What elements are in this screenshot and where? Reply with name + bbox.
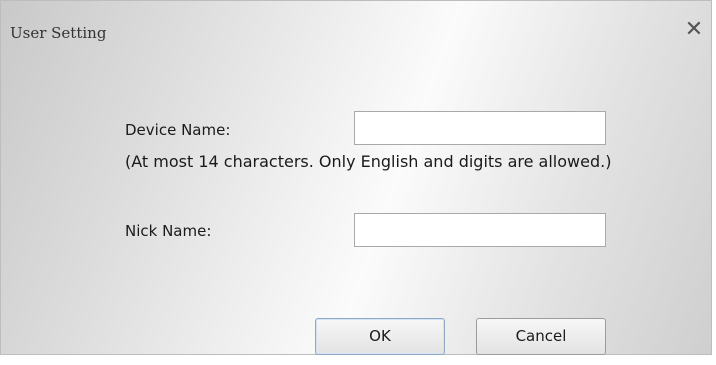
dialog-title: User Setting <box>10 24 107 42</box>
user-setting-dialog: User Setting ✕ Device Name: (At most 14 … <box>0 0 712 355</box>
nick-name-label: Nick Name: <box>125 222 212 240</box>
ok-button[interactable]: OK <box>315 318 445 355</box>
device-name-hint: (At most 14 characters. Only English and… <box>125 152 612 171</box>
cancel-button[interactable]: Cancel <box>476 318 606 355</box>
close-icon[interactable]: ✕ <box>682 18 706 42</box>
device-name-label: Device Name: <box>125 121 231 139</box>
nick-name-input[interactable] <box>354 213 606 247</box>
device-name-input[interactable] <box>354 111 606 145</box>
